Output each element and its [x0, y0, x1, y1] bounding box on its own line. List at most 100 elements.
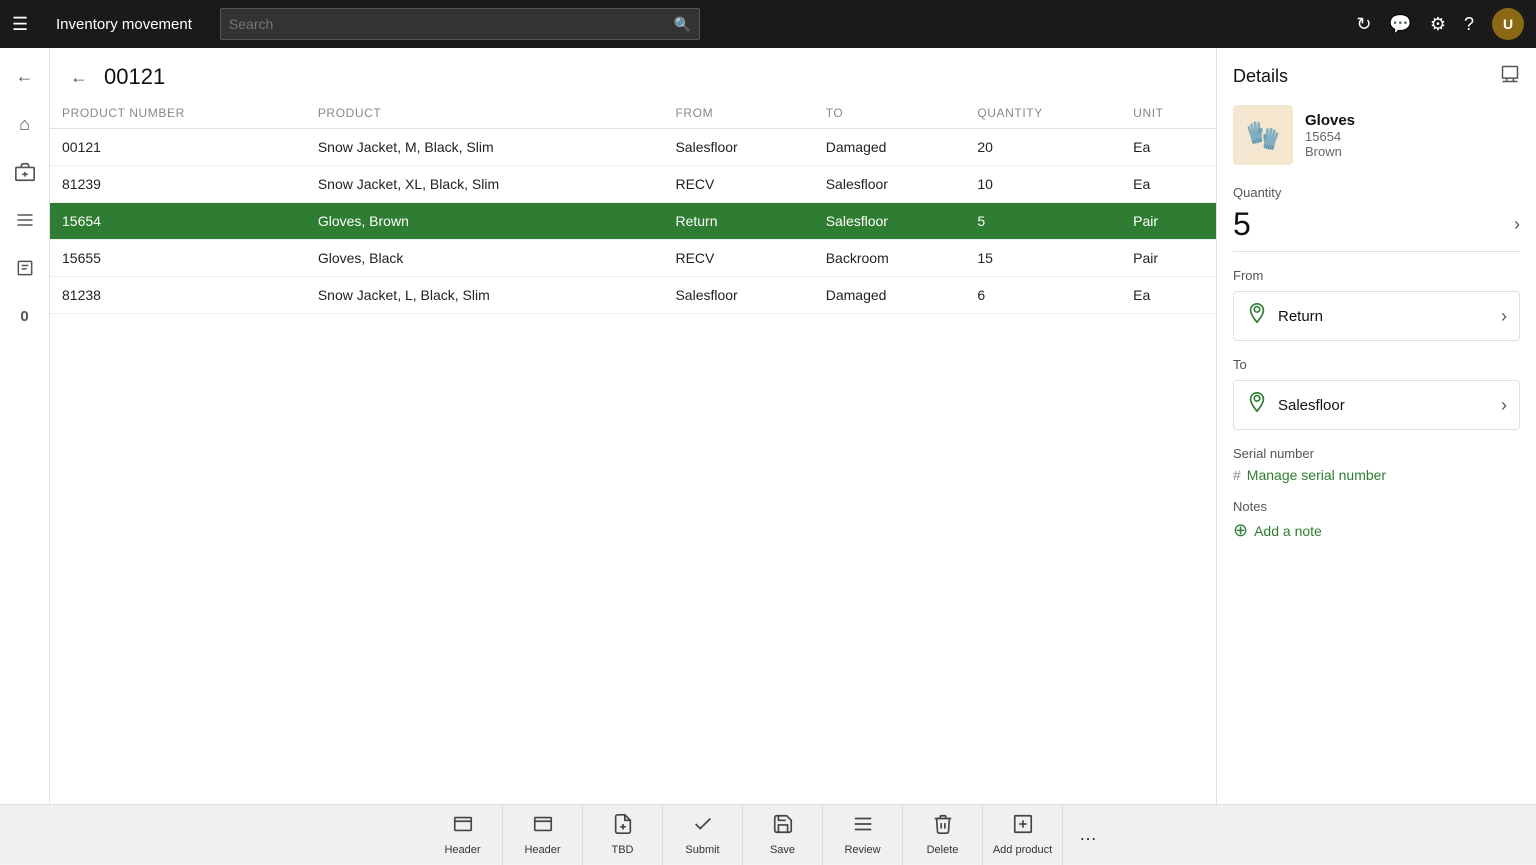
table-body: 00121Snow Jacket, M, Black, SlimSalesflo… — [50, 129, 1216, 314]
product-name: Gloves — [1305, 112, 1355, 129]
toolbar-delete-button[interactable]: Delete — [903, 805, 983, 865]
quantity-chevron[interactable]: › — [1514, 214, 1520, 235]
table-row[interactable]: 15654Gloves, BrownReturnSalesfloor5Pair — [50, 203, 1216, 240]
table-cell-from: RECV — [663, 166, 813, 203]
toolbar-tbd-label: TBD — [612, 844, 634, 856]
table-row[interactable]: 00121Snow Jacket, M, Black, SlimSalesflo… — [50, 129, 1216, 166]
col-product: PRODUCT — [306, 98, 664, 129]
settings-icon[interactable]: ⚙ — [1430, 14, 1446, 35]
sidebar-item-home[interactable]: ⌂ — [5, 104, 45, 144]
table-cell-quantity: 10 — [965, 166, 1121, 203]
toolbar-header2-button[interactable]: Header — [503, 805, 583, 865]
quantity-value-row: 5 › — [1233, 206, 1520, 252]
content-area: ← 00121 PRODUCT NUMBER PRODUCT FROM TO Q… — [50, 48, 1216, 804]
table-wrapper: PRODUCT NUMBER PRODUCT FROM TO QUANTITY … — [50, 98, 1216, 314]
add-note-row[interactable]: ⊕ Add a note — [1233, 520, 1520, 541]
bottom-toolbar: Header Header TBD Submit — [0, 804, 1536, 864]
add-note-icon: ⊕ — [1233, 520, 1248, 541]
toolbar-header1-label: Header — [444, 844, 480, 856]
toolbar-review-label: Review — [844, 844, 880, 856]
col-unit: UNIT — [1121, 98, 1216, 129]
toolbar-header1-icon — [452, 813, 474, 841]
refresh-icon[interactable]: ↻ — [1356, 14, 1371, 35]
col-quantity: QUANTITY — [965, 98, 1121, 129]
toolbar-add-product-button[interactable]: Add product — [983, 805, 1063, 865]
table-cell-product: Snow Jacket, M, Black, Slim — [306, 129, 664, 166]
sidebar-item-menu[interactable] — [5, 200, 45, 240]
toolbar-header2-label: Header — [524, 844, 560, 856]
sidebar-item-counter[interactable]: 0 — [5, 296, 45, 336]
toolbar-more-button[interactable]: … — [1063, 805, 1113, 865]
to-location-row[interactable]: Salesfloor › — [1233, 380, 1520, 430]
user-avatar[interactable]: U — [1492, 8, 1524, 40]
table-row[interactable]: 81238Snow Jacket, L, Black, SlimSalesflo… — [50, 277, 1216, 314]
table-cell-from: Salesfloor — [663, 277, 813, 314]
toolbar-save-label: Save — [770, 844, 795, 856]
toolbar-header1-button[interactable]: Header — [423, 805, 503, 865]
toolbar-add-product-icon — [1012, 813, 1034, 841]
toolbar-delete-label: Delete — [927, 844, 959, 856]
serial-section: Serial number # Manage serial number — [1233, 446, 1520, 483]
toolbar-add-product-label: Add product — [993, 844, 1052, 856]
table-cell-product: Gloves, Brown — [306, 203, 664, 240]
help-icon[interactable]: ? — [1464, 14, 1474, 35]
from-label: From — [1233, 268, 1520, 283]
back-button[interactable]: ← — [70, 67, 88, 88]
table-cell-quantity: 20 — [965, 129, 1121, 166]
quantity-label: Quantity — [1233, 185, 1520, 200]
table-row[interactable]: 81239Snow Jacket, XL, Black, SlimRECVSal… — [50, 166, 1216, 203]
topbar-actions: ↻ 💬 ⚙ ? U — [1356, 8, 1524, 40]
main-layout: ← ⌂ 0 ← — [0, 48, 1536, 804]
product-details: Gloves 15654 Brown — [1305, 112, 1355, 159]
table-cell-product: Snow Jacket, L, Black, Slim — [306, 277, 664, 314]
toolbar-submit-button[interactable]: Submit — [663, 805, 743, 865]
table-row[interactable]: 15655Gloves, BlackRECVBackroom15Pair — [50, 240, 1216, 277]
toolbar-tbd-button[interactable]: TBD — [583, 805, 663, 865]
sidebar-item-tasks[interactable] — [5, 248, 45, 288]
chat-icon[interactable]: 💬 — [1389, 14, 1411, 35]
sidebar-item-inventory[interactable] — [5, 152, 45, 192]
table-cell-to: Damaged — [814, 129, 966, 166]
details-header: Details — [1233, 64, 1520, 89]
to-location-icon — [1246, 391, 1268, 419]
add-note-text: Add a note — [1254, 523, 1322, 539]
col-product-number: PRODUCT NUMBER — [50, 98, 306, 129]
toolbar-save-button[interactable]: Save — [743, 805, 823, 865]
to-chevron[interactable]: › — [1501, 395, 1507, 416]
table-cell-from: Return — [663, 203, 813, 240]
notes-label: Notes — [1233, 499, 1520, 514]
menu-icon[interactable]: ☰ — [12, 14, 44, 35]
table-cell-unit: Pair — [1121, 240, 1216, 277]
search-icon: 🔍 — [673, 16, 690, 33]
details-panel: Details 🧤 Gloves 15654 Brown Quantity — [1216, 48, 1536, 804]
to-location-name: Salesfloor — [1278, 397, 1345, 414]
quantity-value: 5 — [1233, 206, 1251, 243]
details-title: Details — [1233, 66, 1288, 87]
product-image: 🧤 — [1233, 105, 1293, 165]
search-bar[interactable]: 🔍 — [220, 8, 700, 40]
toolbar-review-icon — [852, 813, 874, 841]
topbar: ☰ Inventory movement 🔍 ↻ 💬 ⚙ ? U — [0, 0, 1536, 48]
from-chevron[interactable]: › — [1501, 306, 1507, 327]
from-location-name: Return — [1278, 308, 1323, 325]
table-cell-product_number: 81239 — [50, 166, 306, 203]
table-cell-unit: Ea — [1121, 129, 1216, 166]
toolbar-header2-icon — [532, 813, 554, 841]
notes-section: Notes ⊕ Add a note — [1233, 499, 1520, 541]
from-location-row[interactable]: Return › — [1233, 291, 1520, 341]
serial-link-row: # Manage serial number — [1233, 467, 1520, 483]
toolbar-submit-icon — [692, 813, 714, 841]
search-input[interactable] — [229, 16, 666, 32]
manage-serial-link[interactable]: Manage serial number — [1247, 467, 1386, 483]
to-location-left: Salesfloor — [1246, 391, 1345, 419]
sidebar-item-back[interactable]: ← — [5, 56, 45, 96]
table-cell-to: Salesfloor — [814, 203, 966, 240]
col-to: TO — [814, 98, 966, 129]
serial-label: Serial number — [1233, 446, 1520, 461]
details-edit-icon[interactable] — [1500, 64, 1520, 89]
page-title: 00121 — [104, 64, 165, 90]
table-cell-from: Salesfloor — [663, 129, 813, 166]
page-header: ← 00121 — [50, 48, 1216, 98]
toolbar-review-button[interactable]: Review — [823, 805, 903, 865]
from-location-icon — [1246, 302, 1268, 330]
